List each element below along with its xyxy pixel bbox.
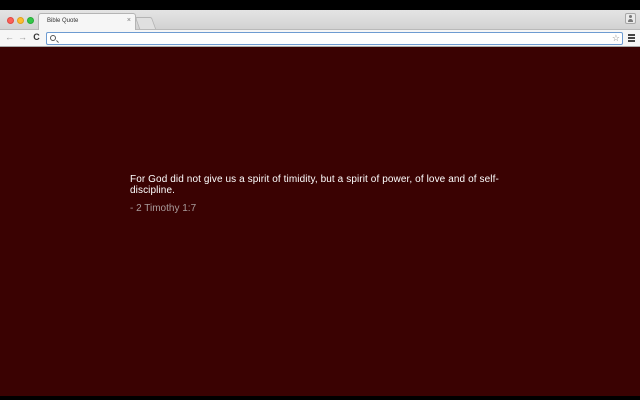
tab-close-icon[interactable]: × <box>127 17 131 25</box>
quote-text: For God did not give us a spirit of timi… <box>130 174 499 196</box>
bookmark-star-icon[interactable]: ☆ <box>612 33 620 44</box>
tab-title: Bible Quote <box>47 18 79 24</box>
window-close-button[interactable] <box>7 17 14 24</box>
browser-toolbar: ← → C ☆ <box>0 30 640 47</box>
profile-icon[interactable] <box>625 13 636 24</box>
tab-strip: Bible Quote × <box>0 10 640 30</box>
address-input[interactable] <box>60 34 600 44</box>
new-tab-button[interactable] <box>134 17 157 29</box>
menu-icon[interactable] <box>628 34 636 42</box>
search-icon <box>50 35 56 41</box>
address-bar[interactable]: ☆ <box>46 32 623 45</box>
window-top-edge <box>0 0 640 10</box>
forward-icon[interactable]: → <box>17 32 28 43</box>
quote-reference: - 2 Timothy 1:7 <box>130 203 197 214</box>
tab-bible-quote[interactable]: Bible Quote × <box>38 13 136 30</box>
quote-block: For God did not give us a spirit of timi… <box>130 174 520 214</box>
window-minimize-button[interactable] <box>17 17 24 24</box>
back-icon[interactable]: ← <box>4 32 15 43</box>
page-content: For God did not give us a spirit of timi… <box>0 48 640 396</box>
window-bottom-edge <box>0 396 640 400</box>
reload-icon[interactable]: C <box>31 32 42 43</box>
window-maximize-button[interactable] <box>27 17 34 24</box>
